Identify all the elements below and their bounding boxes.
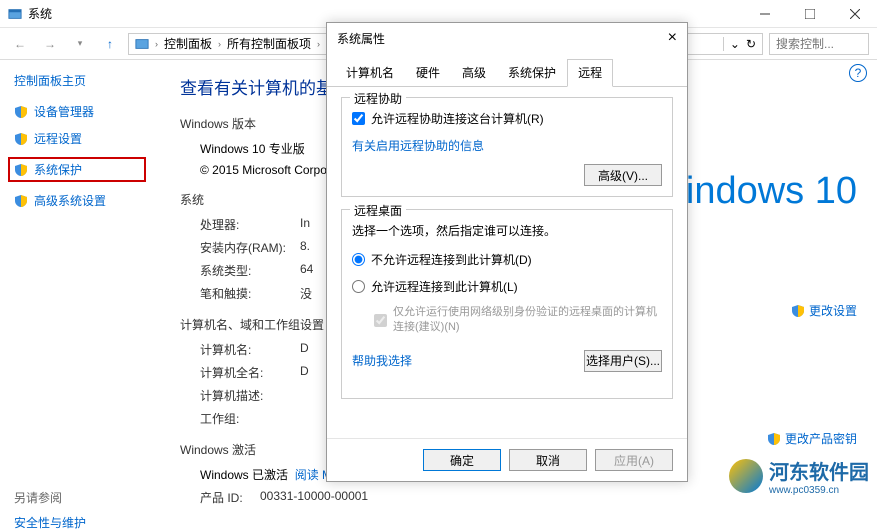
chevron-right-icon: › — [218, 39, 221, 49]
back-button[interactable]: ← — [8, 32, 32, 56]
address-dropdown-icon[interactable]: ⌄ — [723, 37, 740, 51]
forward-button: → — [38, 32, 62, 56]
shield-icon — [791, 304, 805, 318]
tab-remote[interactable]: 远程 — [567, 59, 613, 87]
description-label: 计算机描述: — [200, 387, 300, 404]
select-users-button[interactable]: 选择用户(S)... — [584, 350, 662, 372]
allow-remote-input[interactable] — [352, 280, 365, 293]
up-button[interactable]: ↑ — [98, 32, 122, 56]
apply-button[interactable]: 应用(A) — [595, 449, 673, 471]
watermark-name: 河东软件园 — [769, 462, 869, 484]
system-icon — [135, 37, 149, 51]
computer-name-value: D — [300, 341, 309, 358]
cancel-button[interactable]: 取消 — [509, 449, 587, 471]
computer-name-label: 计算机名: — [200, 341, 300, 358]
cpu-label: 处理器: — [200, 216, 300, 233]
sidebar-item-label: 设备管理器 — [34, 103, 94, 120]
help-choose-link[interactable]: 帮助我选择 — [352, 352, 412, 369]
pen-label: 笔和触摸: — [200, 285, 300, 302]
shield-icon — [14, 194, 28, 208]
chevron-right-icon: › — [155, 39, 158, 49]
system-properties-dialog: 系统属性 × 计算机名 硬件 高级 系统保护 远程 远程协助 允许远程协助连接这… — [326, 22, 688, 482]
tab-system-protection[interactable]: 系统保护 — [497, 59, 567, 86]
productid-value: 00331-10000-00001 — [260, 489, 368, 506]
ram-value: 8. — [300, 239, 310, 256]
choose-option-text: 选择一个选项，然后指定谁可以连接。 — [352, 222, 662, 239]
activation-status: Windows 已激活 — [200, 466, 288, 483]
sidebar-item-device-manager[interactable]: 设备管理器 — [14, 103, 146, 120]
workgroup-label: 工作组: — [200, 410, 300, 427]
change-settings-link[interactable]: 更改设置 — [791, 302, 857, 319]
network-auth-checkbox: 仅允许运行使用网络级别身份验证的远程桌面的计算机连接(建议)(N) — [352, 305, 662, 336]
close-button[interactable] — [832, 0, 877, 28]
cpu-value: In — [300, 216, 310, 233]
deny-remote-radio[interactable]: 不允许远程连接到此计算机(D) — [352, 251, 662, 268]
sidebar: 控制面板主页 设备管理器 远程设置 系统保护 高级系统设置 另请参阅 安全性与维… — [0, 60, 160, 500]
shield-icon — [14, 163, 28, 177]
control-panel-home[interactable]: 控制面板主页 — [14, 72, 146, 89]
refresh-icon[interactable]: ↻ — [746, 37, 756, 51]
remote-desktop-title: 远程桌面 — [350, 202, 406, 219]
sidebar-item-advanced-settings[interactable]: 高级系统设置 — [14, 192, 146, 209]
pen-value: 没 — [300, 285, 312, 302]
full-name-value: D — [300, 364, 309, 381]
shield-icon — [14, 105, 28, 119]
deny-remote-input[interactable] — [352, 253, 365, 266]
chevron-right-icon: › — [317, 39, 320, 49]
allow-remote-assistance-checkbox[interactable]: 允许远程协助连接这台计算机(R) — [352, 110, 662, 127]
dialog-close-button[interactable]: × — [668, 29, 677, 47]
watermark-url: www.pc0359.cn — [769, 485, 869, 496]
allow-remote-radio[interactable]: 允许远程连接到此计算机(L) — [352, 278, 662, 295]
remote-desktop-group: 远程桌面 选择一个选项，然后指定谁可以连接。 不允许远程连接到此计算机(D) 允… — [341, 209, 673, 399]
sidebar-item-remote-settings[interactable]: 远程设置 — [14, 130, 146, 147]
sidebar-item-label: 高级系统设置 — [34, 192, 106, 209]
advanced-button[interactable]: 高级(V)... — [584, 164, 662, 186]
dialog-title: 系统属性 — [337, 30, 385, 47]
remote-assistance-info-link[interactable]: 有关启用远程协助的信息 — [352, 139, 484, 153]
watermark: 河东软件园 www.pc0359.cn — [721, 452, 877, 500]
tab-advanced[interactable]: 高级 — [451, 59, 497, 86]
network-auth-input — [374, 305, 387, 336]
systype-value: 64 — [300, 262, 313, 279]
allow-remote-assistance-input[interactable] — [352, 112, 365, 125]
sidebar-item-label: 远程设置 — [34, 130, 82, 147]
minimize-button[interactable] — [742, 0, 787, 28]
ram-label: 安装内存(RAM): — [200, 239, 300, 256]
search-input[interactable] — [769, 33, 869, 55]
remote-assistance-group: 远程协助 允许远程协助连接这台计算机(R) 有关启用远程协助的信息 高级(V).… — [341, 97, 673, 197]
shield-icon — [767, 432, 781, 446]
security-maintenance-link[interactable]: 安全性与维护 — [14, 514, 146, 531]
breadcrumb-control-panel[interactable]: 控制面板 — [164, 35, 212, 52]
windows-edition: Windows 10 专业版 — [200, 140, 305, 157]
tab-list: 计算机名 硬件 高级 系统保护 远程 — [327, 53, 687, 87]
sidebar-item-system-protection[interactable]: 系统保护 — [8, 157, 146, 182]
change-product-key-link[interactable]: 更改产品密钥 — [767, 430, 857, 447]
breadcrumb-all-items[interactable]: 所有控制面板项 — [227, 35, 311, 52]
full-name-label: 计算机全名: — [200, 364, 300, 381]
remote-assistance-title: 远程协助 — [350, 90, 406, 107]
systype-label: 系统类型: — [200, 262, 300, 279]
see-also-title: 另请参阅 — [14, 491, 62, 505]
productid-label: 产品 ID: — [200, 489, 260, 506]
system-icon — [8, 7, 22, 21]
tab-hardware[interactable]: 硬件 — [405, 59, 451, 86]
window-title: 系统 — [28, 5, 52, 22]
watermark-icon — [729, 459, 763, 493]
maximize-button[interactable] — [787, 0, 832, 28]
chevron-down-icon[interactable]: ▾ — [68, 32, 92, 56]
tab-computer-name[interactable]: 计算机名 — [335, 59, 405, 86]
ok-button[interactable]: 确定 — [423, 449, 501, 471]
sidebar-item-label: 系统保护 — [34, 161, 82, 178]
shield-icon — [14, 132, 28, 146]
